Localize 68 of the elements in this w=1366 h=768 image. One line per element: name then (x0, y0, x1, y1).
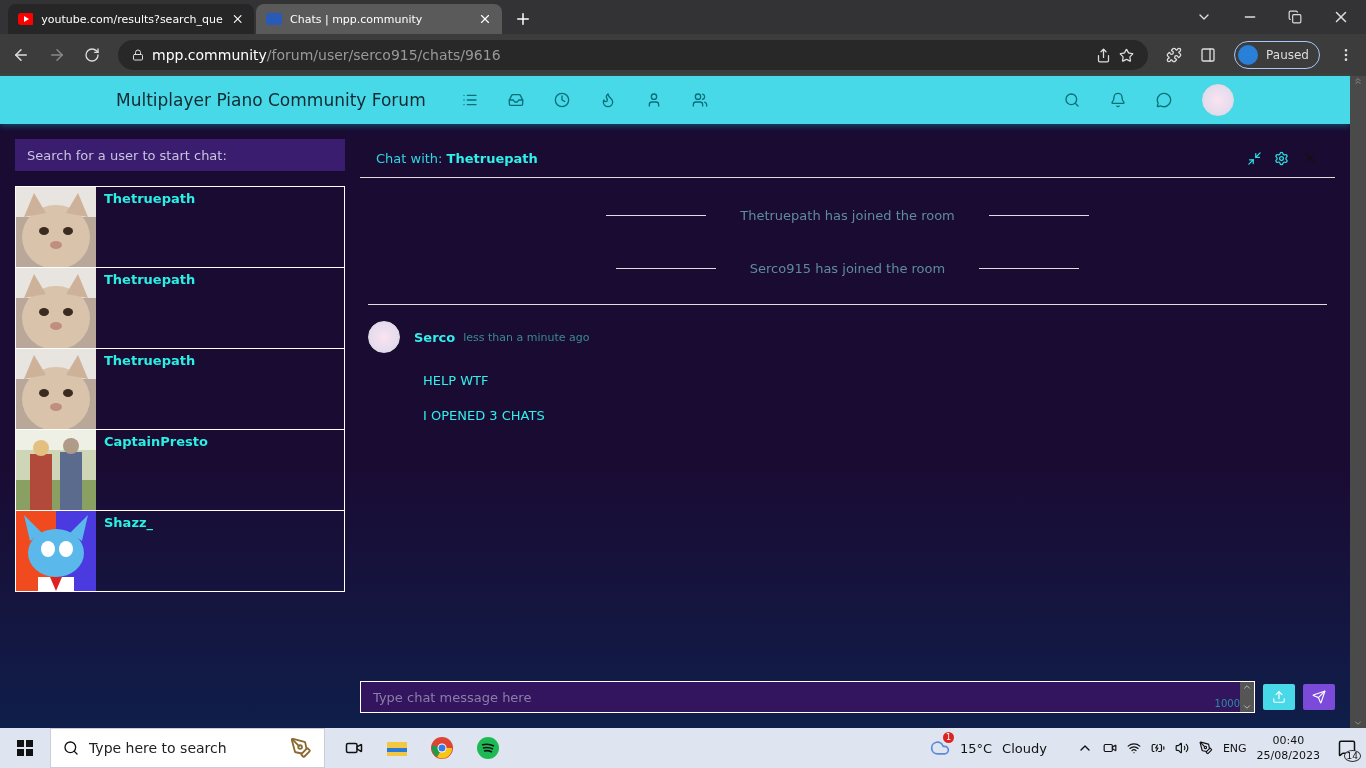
send-button[interactable] (1303, 684, 1335, 710)
forum-icon (266, 13, 282, 25)
reload-icon[interactable] (84, 47, 100, 63)
bell-icon[interactable] (1110, 92, 1126, 108)
battery-icon[interactable] (1150, 741, 1165, 755)
camera-icon[interactable] (1102, 741, 1117, 755)
spinner-up-icon[interactable] (1242, 682, 1252, 692)
message-text: HELP WTF (423, 373, 489, 388)
wifi-icon[interactable] (1126, 741, 1141, 755)
temperature: 15°C (959, 740, 993, 756)
avatar (368, 321, 400, 353)
system-message: Thetruepath has joined the room (740, 208, 955, 223)
clock-icon[interactable] (553, 92, 570, 108)
restore-icon[interactable] (1288, 10, 1302, 24)
weather-condition: Cloudy (1002, 740, 1047, 756)
search-icon[interactable] (1064, 92, 1080, 108)
spinner-down-icon[interactable] (1242, 702, 1252, 712)
clock-date[interactable]: 25/08/2023 (1256, 749, 1320, 762)
settings-icon[interactable] (1274, 150, 1289, 166)
search-icon (63, 740, 79, 756)
chat-list-item[interactable]: CaptainPresto (15, 429, 345, 511)
list-icon[interactable] (461, 92, 478, 108)
spotify-icon[interactable] (477, 737, 499, 759)
chat-list-item[interactable]: Thetruepath (15, 186, 345, 268)
clock-time[interactable]: 00:40 (1272, 734, 1305, 747)
address-bar[interactable]: mpp.community/forum/user/serco915/chats/9616 (118, 40, 1149, 70)
pen-icon[interactable] (1198, 741, 1213, 755)
upload-icon (1272, 690, 1286, 704)
folder-icon[interactable] (387, 740, 407, 756)
lock-icon (132, 49, 144, 61)
system-message: Serco915 has joined the room (749, 261, 946, 276)
share-icon[interactable] (1096, 47, 1112, 63)
message-field[interactable]: Type chat message here 1000 (360, 681, 1255, 713)
forward-icon[interactable] (48, 46, 66, 64)
chat-icon[interactable] (1156, 92, 1172, 108)
chat-list-item[interactable]: Thetruepath (15, 348, 345, 430)
browser-tab[interactable]: youtube.com/results?search_que (8, 4, 254, 34)
taskbar-search[interactable]: Type here to search (50, 728, 325, 768)
volume-icon[interactable] (1174, 741, 1189, 755)
inbox-icon[interactable] (507, 92, 524, 108)
character-counter: 1000 (1214, 698, 1240, 709)
close-icon[interactable] (478, 12, 492, 26)
back-icon[interactable] (12, 46, 30, 64)
video-icon (18, 13, 34, 25)
browser-tab[interactable]: Chats | mpp.community (256, 4, 502, 34)
side-panel-icon[interactable] (1200, 47, 1217, 63)
windows-logo-icon[interactable] (17, 740, 33, 756)
search-field[interactable]: Search for a user to start chat: (15, 139, 345, 171)
notification-count: 14 (1343, 750, 1361, 762)
chrome-icon[interactable] (431, 737, 453, 759)
minimize-icon[interactable] (1247, 150, 1262, 166)
chat-list-item[interactable]: Thetruepath (15, 267, 345, 349)
language[interactable]: ENG (1222, 741, 1247, 755)
site-title[interactable]: Multiplayer Piano Community Forum (116, 90, 426, 110)
notifications-icon[interactable] (1338, 739, 1356, 757)
users-icon[interactable] (691, 92, 708, 108)
cloud-icon[interactable] (929, 738, 950, 758)
chat-title: Chat with: Thetruepath (376, 150, 538, 166)
message-author: Serco (414, 329, 456, 345)
weather-badge: 1 (942, 732, 954, 743)
message-input[interactable]: Type chat message here (361, 689, 1215, 705)
message-text: I OPENED 3 CHATS (423, 408, 545, 423)
send-icon (1312, 690, 1326, 704)
extensions-icon[interactable] (1166, 47, 1183, 63)
star-icon[interactable] (1119, 47, 1135, 63)
new-tab-icon[interactable] (514, 10, 532, 28)
chat-list-item[interactable]: Shazz_ (15, 510, 345, 592)
message-time: less than a minute ago (463, 330, 590, 344)
